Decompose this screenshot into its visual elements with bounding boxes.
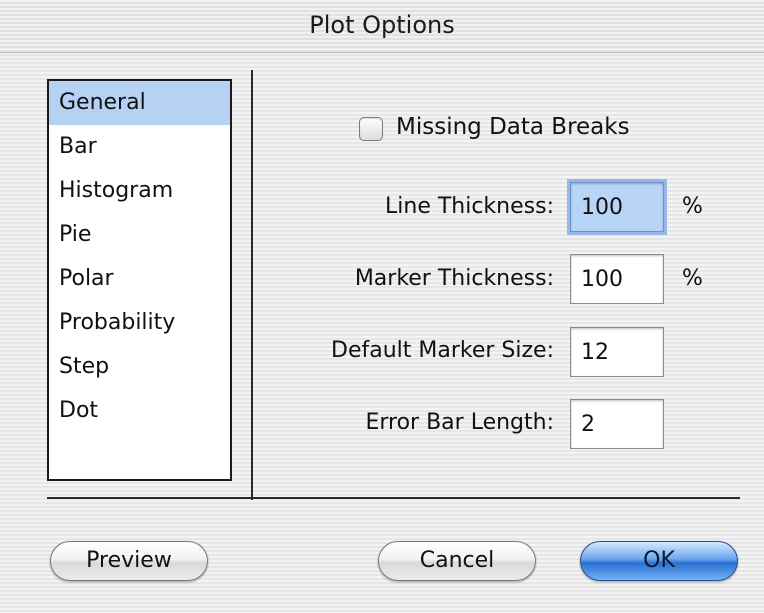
missing-data-breaks-checkbox[interactable]	[359, 117, 383, 141]
missing-data-breaks-label: Missing Data Breaks	[396, 114, 630, 140]
marker-thickness-unit: %	[682, 266, 703, 291]
list-item-general[interactable]: General	[49, 81, 230, 125]
list-item-step[interactable]: Step	[49, 345, 230, 389]
list-item-dot[interactable]: Dot	[49, 389, 230, 433]
list-item-probability[interactable]: Probability	[49, 301, 230, 345]
plot-type-list[interactable]: General Bar Histogram Pie Polar Probabil…	[47, 79, 232, 481]
default-marker-size-label: Default Marker Size:	[331, 338, 554, 363]
line-thickness-label: Line Thickness:	[385, 194, 554, 219]
line-thickness-unit: %	[682, 194, 703, 219]
vertical-divider	[251, 70, 253, 500]
window-title: Plot Options	[309, 11, 455, 39]
list-item-bar[interactable]: Bar	[49, 125, 230, 169]
horizontal-divider	[47, 497, 740, 499]
list-item-polar[interactable]: Polar	[49, 257, 230, 301]
default-marker-size-input[interactable]	[570, 327, 664, 377]
ok-button[interactable]: OK	[580, 541, 738, 581]
list-item-pie[interactable]: Pie	[49, 213, 230, 257]
cancel-button[interactable]: Cancel	[378, 541, 536, 581]
marker-thickness-input[interactable]	[570, 254, 664, 304]
preview-button[interactable]: Preview	[50, 541, 208, 581]
list-item-histogram[interactable]: Histogram	[49, 169, 230, 213]
error-bar-length-label: Error Bar Length:	[365, 410, 554, 435]
error-bar-length-input[interactable]	[570, 399, 664, 449]
marker-thickness-label: Marker Thickness:	[354, 266, 554, 291]
title-bar: Plot Options	[0, 0, 764, 53]
line-thickness-input[interactable]	[570, 182, 664, 232]
